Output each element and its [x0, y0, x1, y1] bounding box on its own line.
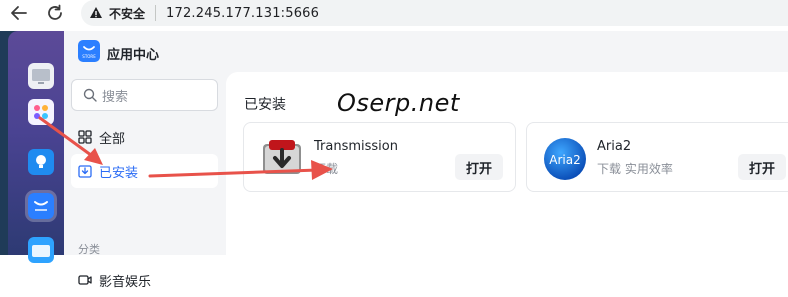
back-arrow-icon[interactable] — [8, 2, 30, 24]
browser-toolbar: 不安全 172.245.177.131:5666 — [0, 0, 788, 31]
grid-icon — [78, 130, 92, 144]
app-description: 下载 实用效率 — [597, 162, 673, 176]
app-card-transmission[interactable]: Transmission 下载 打开 — [243, 122, 516, 192]
main-content: 已安装 Oserp.net Transmission 下载 打开 Aria2 A… — [226, 72, 788, 255]
monitor-icon[interactable] — [28, 63, 54, 89]
aria2-icon-text: Aria2 — [549, 153, 580, 167]
app-title: 应用中心 — [107, 48, 160, 63]
apps-grid-icon[interactable] — [28, 99, 54, 125]
install-icon — [78, 165, 92, 178]
app-name: Transmission — [314, 139, 398, 154]
search-input[interactable]: 搜索 — [71, 79, 218, 111]
sidebar-item-label: 影音娱乐 — [99, 274, 152, 290]
video-icon — [78, 275, 92, 285]
open-button[interactable]: 打开 — [738, 154, 786, 180]
folder-icon[interactable] — [28, 237, 54, 263]
dock-panel — [8, 31, 64, 263]
app-center-logo-icon: STORE — [78, 40, 100, 62]
bulb-icon[interactable] — [28, 149, 54, 175]
sidebar-item-installed[interactable]: 已安装 — [71, 154, 218, 188]
search-placeholder: 搜索 — [102, 89, 129, 105]
sidebar: 搜索 全部 已安装 分类 影音娱乐 — [64, 72, 226, 290]
app-center-dock-icon[interactable] — [25, 190, 57, 222]
app-header: STORE 应用中心 — [64, 31, 788, 72]
transmission-icon — [259, 136, 305, 182]
address-bar[interactable]: 不安全 172.245.177.131:5666 — [81, 0, 788, 26]
url-text[interactable]: 172.245.177.131:5666 — [166, 6, 319, 21]
logo-text: STORE — [82, 54, 96, 59]
open-button[interactable]: 打开 — [455, 154, 503, 180]
sidebar-item-label: 全部 — [99, 131, 126, 147]
address-divider — [155, 5, 157, 21]
sidebar-item-label: 已安装 — [99, 165, 139, 181]
insecure-label[interactable]: 不安全 — [109, 5, 145, 22]
app-card-aria2[interactable]: Aria2 Aria2 下载 实用效率 打开 — [526, 122, 788, 192]
app-name: Aria2 — [597, 139, 632, 154]
search-icon — [83, 88, 97, 102]
app-center-window: STORE 应用中心 搜索 全部 已安装 分类 影音娱乐 已安装 Oserp.n… — [64, 31, 788, 290]
sidebar-item-all[interactable]: 全部 — [71, 120, 218, 154]
app-description: 下载 — [314, 162, 339, 176]
reload-icon[interactable] — [44, 2, 66, 24]
sidebar-item-media[interactable]: 影音娱乐 — [71, 263, 218, 297]
page-title: 已安装 — [244, 97, 286, 113]
aria2-icon: Aria2 — [542, 136, 588, 182]
watermark-text: Oserp.net — [337, 89, 460, 117]
warning-icon — [90, 7, 102, 18]
